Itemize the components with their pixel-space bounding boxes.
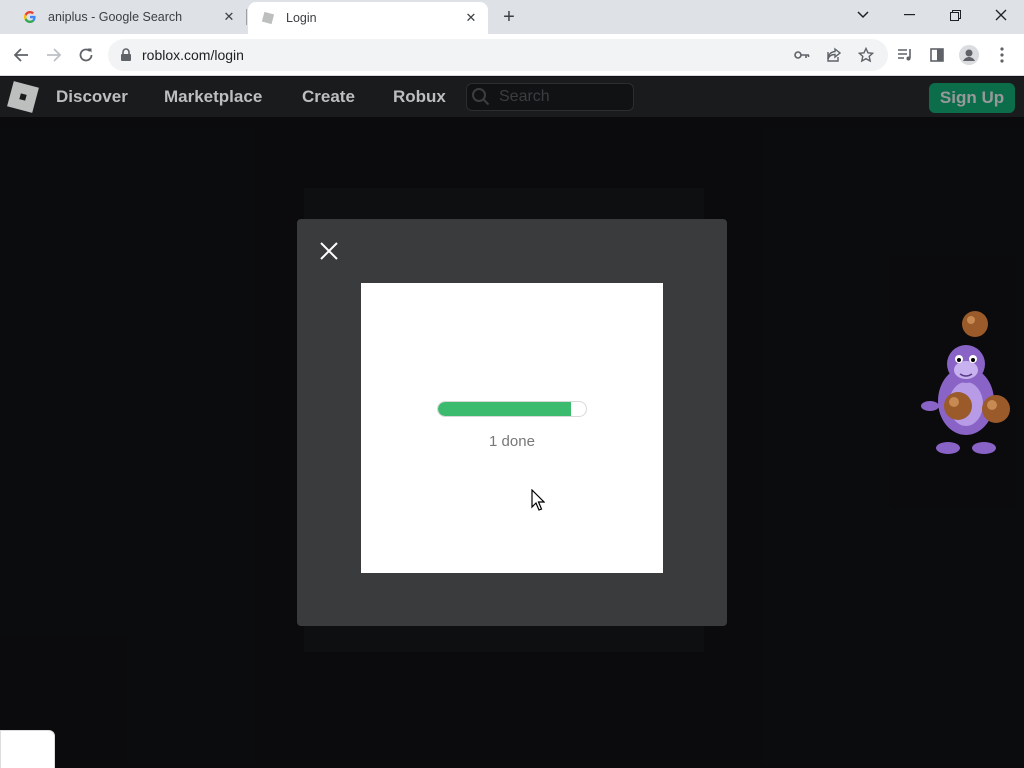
progress-status-text: 1 done	[489, 433, 535, 450]
new-tab-button[interactable]: +	[498, 6, 520, 28]
key-icon[interactable]	[790, 43, 814, 67]
google-g-icon	[22, 9, 38, 25]
browser-toolbar: roblox.com/login	[0, 34, 1024, 76]
back-button[interactable]	[8, 42, 34, 68]
corner-popup[interactable]	[0, 730, 55, 768]
tab-title: aniplus - Google Search	[48, 10, 183, 24]
address-bar[interactable]: roblox.com/login	[108, 39, 888, 71]
lock-icon[interactable]	[120, 48, 134, 62]
mouse-cursor-icon	[531, 488, 546, 511]
nav-marketplace[interactable]: Marketplace	[164, 87, 262, 107]
purple-gorilla-mascot-icon[interactable]	[918, 306, 1018, 461]
tab-close-icon[interactable]: ✕	[220, 8, 238, 26]
more-menu-icon[interactable]	[990, 43, 1014, 67]
tab-strip: aniplus - Google Search ✕ Login ✕ +	[0, 0, 1024, 34]
roblox-header: Discover Marketplace Create Robux Search…	[0, 77, 1024, 117]
roblox-page-icon	[260, 10, 276, 26]
minimize-button[interactable]	[886, 0, 932, 30]
nav-robux[interactable]: Robux	[393, 87, 446, 107]
tab-close-icon[interactable]: ✕	[462, 9, 480, 27]
restore-button[interactable]	[932, 0, 978, 30]
captcha-frame: 1 done	[361, 283, 663, 573]
media-queue-icon[interactable]	[893, 43, 917, 67]
forward-button[interactable]	[41, 42, 67, 68]
url-text: roblox.com/login	[142, 47, 244, 63]
tab-title: Login	[286, 11, 317, 25]
progress-bar	[437, 401, 587, 417]
close-icon[interactable]	[317, 239, 341, 263]
verification-modal: 1 done	[297, 219, 727, 626]
nav-discover[interactable]: Discover	[56, 87, 128, 107]
share-icon[interactable]	[822, 43, 846, 67]
close-window-button[interactable]	[978, 0, 1024, 30]
tab-login[interactable]: Login ✕	[248, 2, 488, 34]
search-placeholder: Search	[499, 88, 550, 105]
search-input[interactable]: Search	[466, 83, 634, 111]
bookmark-star-icon[interactable]	[854, 43, 878, 67]
roblox-logo-icon[interactable]	[7, 81, 39, 113]
tab-search-chevron-icon[interactable]	[840, 0, 886, 30]
side-panel-icon[interactable]	[925, 43, 949, 67]
nav-create[interactable]: Create	[302, 87, 355, 107]
sign-up-button[interactable]: Sign Up	[929, 83, 1015, 113]
profile-avatar-icon[interactable]	[957, 43, 981, 67]
tab-google-search[interactable]: aniplus - Google Search ✕	[4, 0, 247, 34]
reload-button[interactable]	[73, 42, 99, 68]
progress-bar-fill	[438, 402, 572, 416]
search-icon	[471, 87, 491, 107]
